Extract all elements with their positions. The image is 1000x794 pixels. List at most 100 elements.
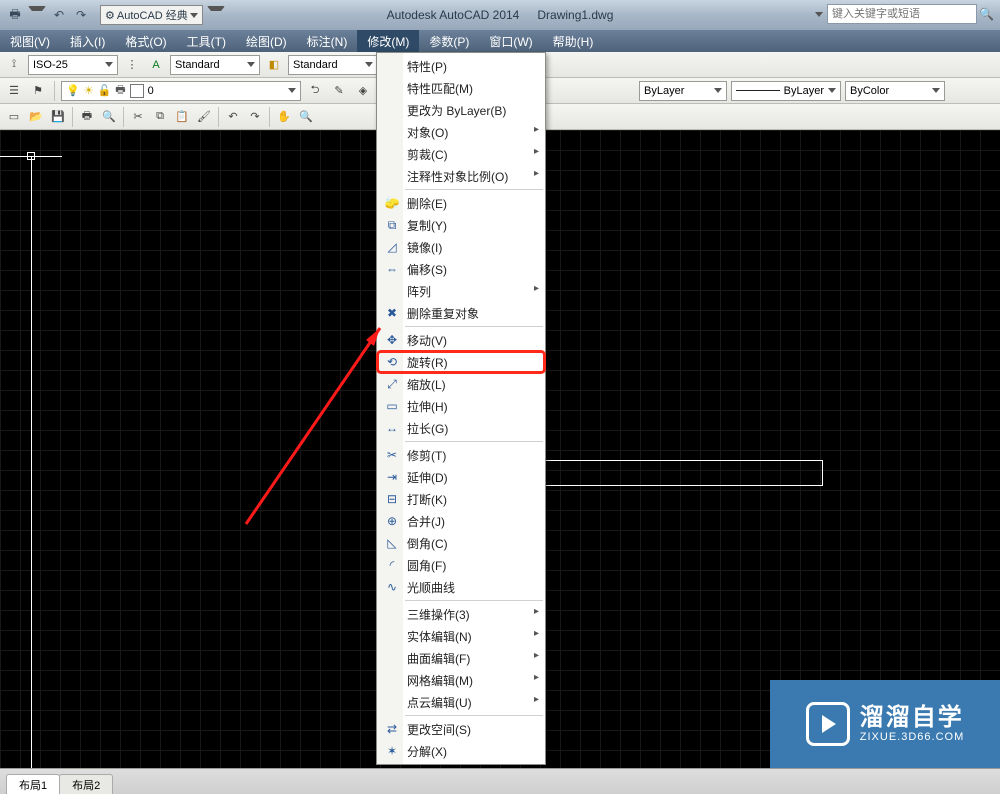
textstyle-combo[interactable]: Standard [170, 55, 260, 75]
menu-item-array[interactable]: 阵列 [377, 280, 545, 302]
undo-icon[interactable]: ↶ [50, 6, 68, 24]
menu-item-extend[interactable]: ⇥延伸(D) [377, 466, 545, 488]
layer-value: 0 [148, 85, 154, 97]
menu-item-surfedit[interactable]: 曲面编辑(F) [377, 647, 545, 669]
menu-help[interactable]: 帮助(H) [543, 30, 604, 52]
menu-item-trim[interactable]: ✂修剪(T) [377, 444, 545, 466]
menu-item-scale[interactable]: ⤢缩放(L) [377, 373, 545, 395]
menu-item-clip[interactable]: 剪裁(C) [377, 143, 545, 165]
textstyle-icon[interactable]: A [146, 55, 166, 75]
menu-parametric[interactable]: 参数(P) [419, 30, 479, 52]
menu-item-break[interactable]: ⊟打断(K) [377, 488, 545, 510]
color-swatch [130, 84, 144, 98]
menu-item-mirror[interactable]: ◿镜像(I) [377, 236, 545, 258]
workspace-label: AutoCAD 经典 [117, 7, 188, 23]
chamfer-icon: ◺ [381, 536, 403, 550]
menu-item-pcedit[interactable]: 点云编辑(U) [377, 691, 545, 713]
offset-icon: ⇔ [381, 262, 403, 276]
dropdown-icon[interactable] [28, 6, 46, 24]
tab-layout1[interactable]: 布局1 [6, 774, 60, 794]
save-icon[interactable]: 💾 [48, 107, 68, 127]
menu-item-properties[interactable]: 特性(P) [377, 55, 545, 77]
menu-item-blend[interactable]: ∿光顺曲线 [377, 576, 545, 598]
menu-item-join[interactable]: ⊕合并(J) [377, 510, 545, 532]
menu-item-explode[interactable]: ✶分解(X) [377, 740, 545, 762]
layer-combo[interactable]: 💡 ☀ 🔓 🖶 0 [61, 81, 301, 101]
tablestyle-combo[interactable]: Standard [288, 55, 378, 75]
pan-icon[interactable]: ✋ [274, 107, 294, 127]
dimstyle-edit-icon[interactable]: ⋮ [122, 55, 142, 75]
dimstyle-value: ISO-25 [33, 59, 68, 71]
break-icon: ⊟ [381, 492, 403, 506]
menu-item-3dops[interactable]: 三维操作(3) [377, 603, 545, 625]
menu-item-matchprop[interactable]: 特性匹配(M) [377, 77, 545, 99]
layer-tool-icon[interactable]: ✎ [329, 81, 349, 101]
open-icon[interactable]: 📂 [26, 107, 46, 127]
menu-item-overkill[interactable]: ✖删除重复对象 [377, 302, 545, 324]
chspace-icon: ⇄ [381, 722, 403, 736]
menu-view[interactable]: 视图(V) [0, 30, 60, 52]
layer-filter-icon[interactable]: ⚑ [28, 81, 48, 101]
menu-modify[interactable]: 修改(M) [357, 30, 419, 52]
menu-tools[interactable]: 工具(T) [177, 30, 236, 52]
cut-icon[interactable]: ✂ [128, 107, 148, 127]
layer-prev-icon[interactable]: ⮌ [305, 81, 325, 101]
redo-icon[interactable]: ↷ [72, 6, 90, 24]
layer-manager-icon[interactable]: ☰ [4, 81, 24, 101]
menu-window[interactable]: 窗口(W) [479, 30, 542, 52]
menu-format[interactable]: 格式(O) [115, 30, 176, 52]
plotstyle-combo[interactable]: ByColor [845, 81, 945, 101]
print-icon[interactable]: 🖶 [77, 107, 97, 127]
search-icon[interactable]: 🔍 [979, 7, 994, 21]
dim-icon[interactable]: ⟟ [4, 55, 24, 75]
linetype-combo[interactable]: ByLayer [639, 81, 727, 101]
menu-item-chamfer[interactable]: ◺倒角(C) [377, 532, 545, 554]
zoom-icon[interactable]: 🔍 [296, 107, 316, 127]
matchprop-icon[interactable]: 🖌 [194, 107, 214, 127]
menu-item-lengthen[interactable]: ↔拉长(G) [377, 417, 545, 439]
tab-layout2[interactable]: 布局2 [59, 774, 113, 794]
menu-draw[interactable]: 绘图(D) [236, 30, 297, 52]
layer-iso-icon[interactable]: ◈ [353, 81, 373, 101]
redo-icon[interactable]: ↷ [245, 107, 265, 127]
help-search: 🔍 [815, 4, 994, 24]
chevron-down-icon [828, 88, 836, 93]
plot-icon: 🖶 [115, 81, 125, 100]
copy-icon[interactable]: ⧉ [150, 107, 170, 127]
watermark-title: 溜溜自学 [860, 705, 964, 731]
menu-dimension[interactable]: 标注(N) [297, 30, 358, 52]
search-input[interactable] [827, 4, 977, 24]
paste-icon[interactable]: 📋 [172, 107, 192, 127]
plot-preview-icon[interactable]: 🔍 [99, 107, 119, 127]
tablestyle-icon[interactable]: ◧ [264, 55, 284, 75]
workspace-selector[interactable]: ⚙ AutoCAD 经典 [100, 5, 203, 25]
menu-item-move[interactable]: ✥移动(V) [377, 329, 545, 351]
erase-icon: 🧽 [381, 196, 403, 210]
undo-icon[interactable]: ↶ [223, 107, 243, 127]
menu-item-offset[interactable]: ⇔偏移(S) [377, 258, 545, 280]
menu-item-solidedit[interactable]: 实体编辑(N) [377, 625, 545, 647]
chevron-down-icon[interactable] [815, 12, 823, 17]
menu-item-chspace[interactable]: ⇄更改空间(S) [377, 718, 545, 740]
qat-more-icon[interactable] [207, 6, 225, 24]
plotstyle-value: ByColor [850, 85, 889, 97]
menu-item-copy[interactable]: ⧉复制(Y) [377, 214, 545, 236]
drawn-rectangle[interactable] [545, 460, 823, 486]
menu-item-bylayer[interactable]: 更改为 ByLayer(B) [377, 99, 545, 121]
lineweight-combo[interactable]: ByLayer [731, 81, 841, 101]
menu-item-erase[interactable]: 🧽删除(E) [377, 192, 545, 214]
menu-item-rotate[interactable]: ⟲旋转(R) [377, 351, 545, 373]
dimstyle-combo[interactable]: ISO-25 [28, 55, 118, 75]
file-name: Drawing1.dwg [537, 8, 613, 22]
new-icon[interactable]: ▭ [4, 107, 24, 127]
menu-insert[interactable]: 插入(I) [60, 30, 115, 52]
chevron-down-icon [714, 88, 722, 93]
menu-item-meshedit[interactable]: 网格编辑(M) [377, 669, 545, 691]
menu-item-stretch[interactable]: ▭拉伸(H) [377, 395, 545, 417]
menu-item-fillet[interactable]: ◜圆角(F) [377, 554, 545, 576]
scale-icon: ⤢ [381, 377, 403, 392]
menu-item-object[interactable]: 对象(O) [377, 121, 545, 143]
lineweight-value: ByLayer [784, 85, 824, 97]
print-icon[interactable]: 🖶 [6, 6, 24, 24]
menu-item-annoscale[interactable]: 注释性对象比例(O) [377, 165, 545, 187]
